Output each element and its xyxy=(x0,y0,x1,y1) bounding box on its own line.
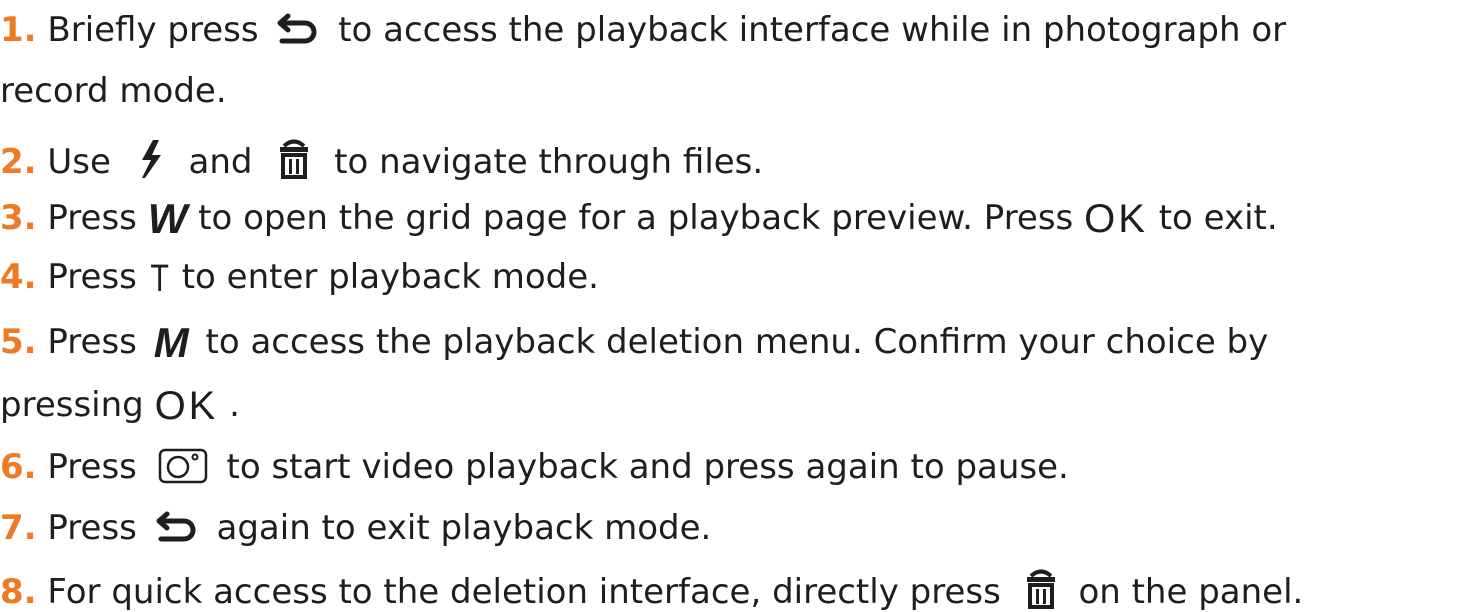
step-text: to access the playback interface while i… xyxy=(338,10,1287,50)
w-key-label: W xyxy=(147,195,188,242)
back-arrow-icon xyxy=(277,13,317,44)
back-arrow-icon xyxy=(156,511,196,542)
t-key-label: T xyxy=(150,258,169,300)
step-text: Press xyxy=(47,322,137,362)
trash-icon xyxy=(1026,569,1055,609)
step-text: Press xyxy=(47,447,137,487)
ok-key-label: OK xyxy=(154,384,219,428)
step-text: Press xyxy=(47,257,137,297)
step-text: pressing xyxy=(0,385,144,425)
camera-icon xyxy=(158,448,207,484)
step-text: and xyxy=(188,142,253,182)
step-number: 7. xyxy=(0,508,37,548)
ok-key-label: OK xyxy=(1084,197,1148,241)
step-number: 1. xyxy=(0,10,37,50)
step-text: Press xyxy=(47,508,137,548)
step-text: again to exit playback mode. xyxy=(216,508,712,548)
step-3: 3. Press W to open the grid page for a p… xyxy=(0,198,1278,240)
step-number: 8. xyxy=(0,572,37,612)
step-number: 3. xyxy=(0,198,37,238)
step-number: 5. xyxy=(0,322,37,362)
step-text: to enter playback mode. xyxy=(181,257,599,297)
step-number: 6. xyxy=(0,447,37,487)
instructions: 1. Briefly press to access the playback … xyxy=(0,0,1468,610)
step-7: 7. Press again to exit playback mode. xyxy=(0,510,711,545)
trash-icon xyxy=(280,139,309,179)
step-text: For quick access to the deletion interfa… xyxy=(47,572,1001,612)
step-text: to navigate through files. xyxy=(334,142,764,182)
step-text: to start video playback and press again … xyxy=(226,447,1069,487)
step-text: on the panel. xyxy=(1078,572,1304,612)
step-text: Briefly press xyxy=(47,10,259,50)
step-number: 2. xyxy=(0,142,37,182)
step-1: 1. Briefly press to access the playback … xyxy=(0,12,1286,47)
step-8: 8. For quick access to the deletion inte… xyxy=(0,566,1303,610)
step-5: 5. Press M to access the playback deleti… xyxy=(0,322,1268,364)
step-5-continued: pressing OK . xyxy=(0,386,240,426)
step-text: Press xyxy=(47,198,137,238)
step-1-continued: record mode. xyxy=(0,74,227,108)
step-6: 6. Press to start video playback and pre… xyxy=(0,448,1069,484)
step-text: Use xyxy=(47,142,111,182)
step-text: record mode. xyxy=(0,71,227,111)
step-2: 2. Use and to navigate through files. xyxy=(0,136,763,182)
step-text: to exit. xyxy=(1158,198,1278,238)
step-text: to access the playback deletion menu. Co… xyxy=(205,322,1269,362)
step-text: to open the grid page for a playback pre… xyxy=(198,198,1074,238)
flash-icon xyxy=(141,140,161,178)
step-text: . xyxy=(229,385,240,425)
m-key-label: M xyxy=(153,319,189,366)
step-4: 4. Press T to enter playback mode. xyxy=(0,260,599,298)
step-number: 4. xyxy=(0,257,37,297)
